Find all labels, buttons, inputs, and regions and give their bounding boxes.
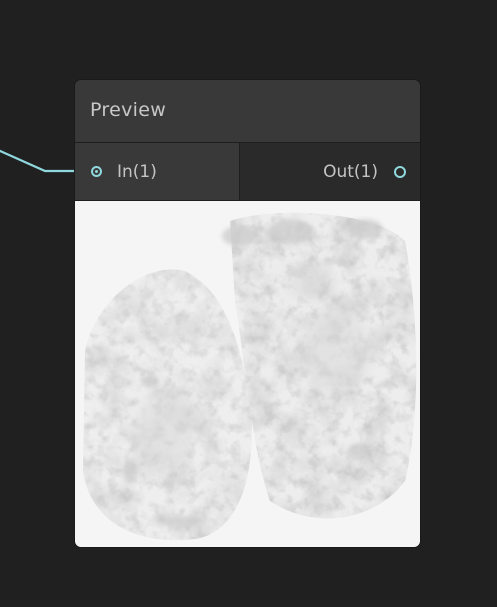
texture-preview xyxy=(75,201,420,547)
output-port-label: Out(1) xyxy=(323,162,378,182)
graph-canvas[interactable]: Preview In(1) Out(1) xyxy=(0,0,497,607)
node-ports: In(1) Out(1) xyxy=(75,143,420,201)
input-port-connector-icon[interactable] xyxy=(91,166,102,177)
node-title: Preview xyxy=(90,99,167,121)
input-port[interactable]: In(1) xyxy=(75,143,240,200)
output-port-connector-icon[interactable] xyxy=(394,166,406,178)
node-header[interactable]: Preview xyxy=(75,80,420,143)
preview-node[interactable]: Preview In(1) Out(1) xyxy=(75,80,420,547)
input-port-label: In(1) xyxy=(117,162,157,182)
output-port[interactable]: Out(1) xyxy=(240,143,420,200)
texture-preview-image xyxy=(75,201,420,547)
